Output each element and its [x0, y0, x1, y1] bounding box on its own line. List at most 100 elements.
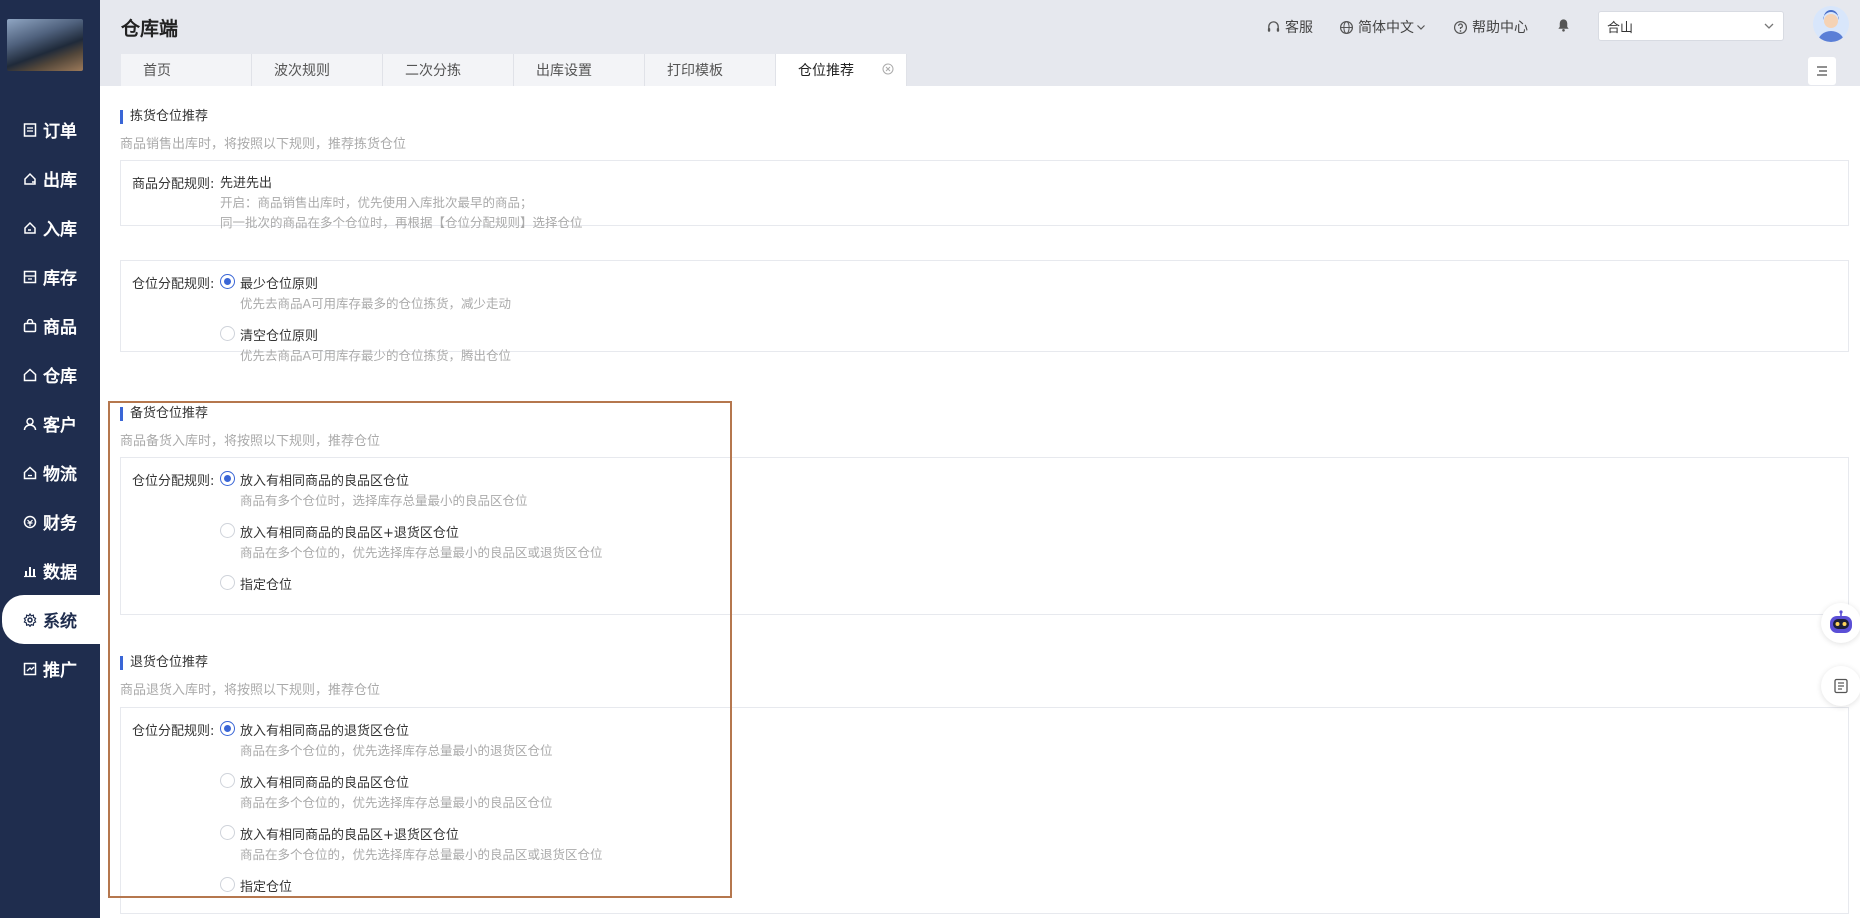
- radio-button[interactable]: [220, 326, 235, 341]
- sidebar-item-promotion[interactable]: 推广: [0, 644, 100, 693]
- logo-image: [7, 19, 83, 71]
- assistant-robot-button[interactable]: [1821, 603, 1860, 643]
- customer-service-label: 客服: [1285, 20, 1313, 36]
- option-title: 放入有相同商品的良品区仓位: [240, 474, 410, 489]
- tab-label: 波次规则: [274, 63, 330, 79]
- radio-button[interactable]: [220, 721, 235, 736]
- inventory-icon: [23, 270, 37, 284]
- globe-icon: [1339, 20, 1354, 34]
- notes-button[interactable]: [1821, 666, 1860, 706]
- tab-location-recommend[interactable]: 仓位推荐: [776, 54, 907, 86]
- sidebar-item-label: 库存: [43, 269, 77, 289]
- picking-location-rule-card: 仓位分配规则: 最少仓位原则 优先去商品A可用库存最多的仓位拣货，减少走动 清空…: [120, 260, 1849, 363]
- chevron-down-icon: [1764, 23, 1774, 29]
- section-desc-picking: 商品销售出库时，将按照以下规则，推荐拣货仓位: [120, 137, 407, 152]
- notes-icon: [1834, 678, 1848, 694]
- sidebar-item-label: 数据: [43, 563, 77, 583]
- location-rule-label: 仓位分配规则:: [132, 277, 215, 292]
- sidebar-item-order[interactable]: 订单: [0, 105, 100, 154]
- warehouse-select-value: 合山: [1607, 20, 1634, 36]
- option-title: 指定仓位: [240, 880, 293, 895]
- option-desc: 优先去商品A可用库存最少的仓位拣货，腾出仓位: [240, 348, 512, 363]
- option-desc: 商品有多个仓位时，选择库存总量最小的良品区仓位: [240, 493, 528, 508]
- tab-label: 仓位推荐: [798, 63, 854, 79]
- avatar-icon: [1813, 6, 1849, 42]
- finance-icon: [23, 515, 37, 529]
- location-rule-label: 仓位分配规则:: [132, 724, 215, 739]
- sidebar-item-warehouse[interactable]: 仓库: [0, 350, 100, 399]
- warehouse-select[interactable]: 合山: [1598, 11, 1784, 41]
- section-title-stocking: 备货仓位推荐: [120, 407, 208, 421]
- product-rule-card: 商品分配规则: 先进先出 开启：商品销售出库时，优先使用入库批次最早的商品； 同…: [120, 160, 1849, 230]
- tab-secondary-sorting[interactable]: 二次分拣: [383, 54, 514, 86]
- sidebar-item-label: 财务: [43, 514, 77, 534]
- chart-icon: [23, 564, 37, 578]
- sidebar-item-outbound[interactable]: 出库: [0, 154, 100, 203]
- tab-wave-rules[interactable]: 波次规则: [252, 54, 383, 86]
- sidebar-item-logistics[interactable]: 物流: [0, 448, 100, 497]
- sidebar-item-label: 仓库: [43, 367, 77, 387]
- help-center-link[interactable]: 帮助中心: [1453, 17, 1528, 37]
- radio-button[interactable]: [220, 575, 235, 590]
- tab-label: 首页: [143, 63, 171, 79]
- option-title: 最少仓位原则: [240, 277, 319, 292]
- radio-button[interactable]: [220, 877, 235, 892]
- tab-bar: 首页 波次规则 二次分拣 出库设置 打印模板 仓位推荐: [121, 54, 907, 86]
- option-desc: 商品在多个仓位的，优先选择库存总量最小的良品区仓位: [240, 795, 553, 810]
- sidebar-item-system[interactable]: 系统: [2, 595, 100, 644]
- sidebar-item-finance[interactable]: 财务: [0, 497, 100, 546]
- sidebar-item-inventory[interactable]: 库存: [0, 252, 100, 301]
- radio-button[interactable]: [220, 825, 235, 840]
- section-desc-returns: 商品退货入库时，将按照以下规则，推荐仓位: [120, 683, 381, 698]
- section-title-returns: 退货仓位推荐: [120, 656, 208, 670]
- tab-menu-button[interactable]: [1808, 57, 1836, 85]
- sidebar-item-label: 推广: [43, 661, 77, 681]
- option-desc: 商品在多个仓位的，优先选择库存总量最小的退货区仓位: [240, 743, 553, 758]
- app-title: 仓库端: [121, 18, 179, 40]
- tab-print-template[interactable]: 打印模板: [645, 54, 776, 86]
- sidebar-item-label: 商品: [43, 318, 77, 338]
- tab-label: 打印模板: [667, 63, 723, 79]
- bell-icon: [1558, 19, 1569, 32]
- inbound-icon: [23, 221, 37, 235]
- gear-icon: [23, 612, 37, 627]
- sidebar-item-customer[interactable]: 客户: [0, 399, 100, 448]
- main-content: 拣货仓位推荐 商品销售出库时，将按照以下规则，推荐拣货仓位 商品分配规则: 先进…: [100, 86, 1860, 918]
- tab-outbound-settings[interactable]: 出库设置: [514, 54, 645, 86]
- user-icon: [23, 417, 37, 431]
- headset-icon: [1267, 20, 1280, 32]
- notification-button[interactable]: [1556, 17, 1575, 33]
- tab-home[interactable]: 首页: [121, 54, 252, 86]
- language-selector[interactable]: 简体中文: [1339, 17, 1430, 37]
- radio-button[interactable]: [220, 523, 235, 538]
- option-title: 放入有相同商品的良品区仓位: [240, 776, 410, 791]
- radio-button[interactable]: [220, 274, 235, 289]
- avatar[interactable]: [1813, 6, 1849, 42]
- radio-button[interactable]: [220, 471, 235, 486]
- product-rule-value: 先进先出: [220, 176, 273, 191]
- tab-label: 出库设置: [536, 63, 592, 79]
- option-title: 放入有相同商品的良品区+退货区仓位: [240, 828, 459, 843]
- option-title: 放入有相同商品的退货区仓位: [240, 724, 410, 739]
- sidebar-item-label: 系统: [43, 612, 77, 632]
- sidebar-item-label: 物流: [43, 465, 77, 485]
- promo-icon: [23, 662, 37, 676]
- robot-icon: [1830, 610, 1852, 633]
- product-rule-label: 商品分配规则:: [132, 177, 215, 192]
- customer-service-link[interactable]: 客服: [1266, 17, 1313, 37]
- bag-icon: [23, 318, 37, 333]
- section-desc-stocking: 商品备货入库时，将按照以下规则，推荐仓位: [120, 434, 381, 449]
- close-icon[interactable]: [882, 63, 894, 75]
- logistics-icon: [23, 465, 37, 480]
- option-desc: 优先去商品A可用库存最多的仓位拣货，减少走动: [240, 296, 512, 311]
- product-rule-desc: 同一批次的商品在多个仓位时，再根据【仓位分配规则】选择仓位: [220, 215, 583, 230]
- sidebar-item-data[interactable]: 数据: [0, 546, 100, 595]
- sidebar-item-label: 客户: [43, 416, 77, 436]
- chevron-down-icon: [1417, 25, 1425, 30]
- radio-button[interactable]: [220, 773, 235, 788]
- sidebar-item-inbound[interactable]: 入库: [0, 203, 100, 252]
- sidebar-item-product[interactable]: 商品: [0, 301, 100, 350]
- menu-icon: [1817, 66, 1827, 76]
- option-desc: 商品在多个仓位的，优先选择库存总量最小的良品区或退货区仓位: [240, 545, 603, 560]
- tab-label: 二次分拣: [405, 63, 461, 79]
